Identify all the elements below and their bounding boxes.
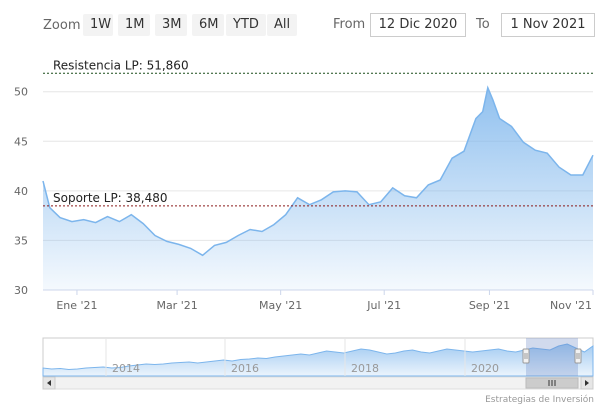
x-tick-label: Jul '21 [366,299,401,312]
x-tick-label: Nov '21 [550,299,592,312]
y-tick-label: 30 [14,284,28,297]
support-label: Soporte LP: 38,480 [53,191,168,205]
scrollbar[interactable] [42,376,594,390]
x-axis: Ene '21 Mar '21 May '21 Jul '21 Sep '21 Nov '… [56,290,594,312]
chart-credit[interactable]: Estrategias de Inversión [485,394,594,405]
navigator-tick-label: 2014 [112,362,140,375]
x-tick-label: May '21 [259,299,302,312]
navigator-tick-label: 2020 [471,362,499,375]
navigator-tick-label: 2018 [351,362,379,375]
resistance-label: Resistencia LP: 51,860 [53,58,189,72]
price-chart: 50 45 40 35 30 Resistencia LP: 51,860 Soport… [14,58,594,405]
x-tick-label: Mar '21 [156,299,197,312]
x-tick-label: Ene '21 [56,299,97,312]
navigator-left-handle[interactable] [522,348,530,364]
navigator-selection[interactable] [526,338,578,376]
y-tick-label: 40 [14,185,28,198]
y-tick-label: 35 [14,234,28,247]
series-area [43,87,593,290]
y-axis: 50 45 40 35 30 [14,86,28,297]
scrollbar-track[interactable] [42,376,594,390]
navigator[interactable]: 2014 2016 2018 2020 [42,337,594,377]
y-tick-label: 50 [14,86,28,99]
x-tick-label: Sep '21 [469,299,510,312]
y-tick-label: 45 [14,135,28,148]
navigator-right-handle[interactable] [574,348,582,364]
navigator-tick-label: 2016 [231,362,259,375]
